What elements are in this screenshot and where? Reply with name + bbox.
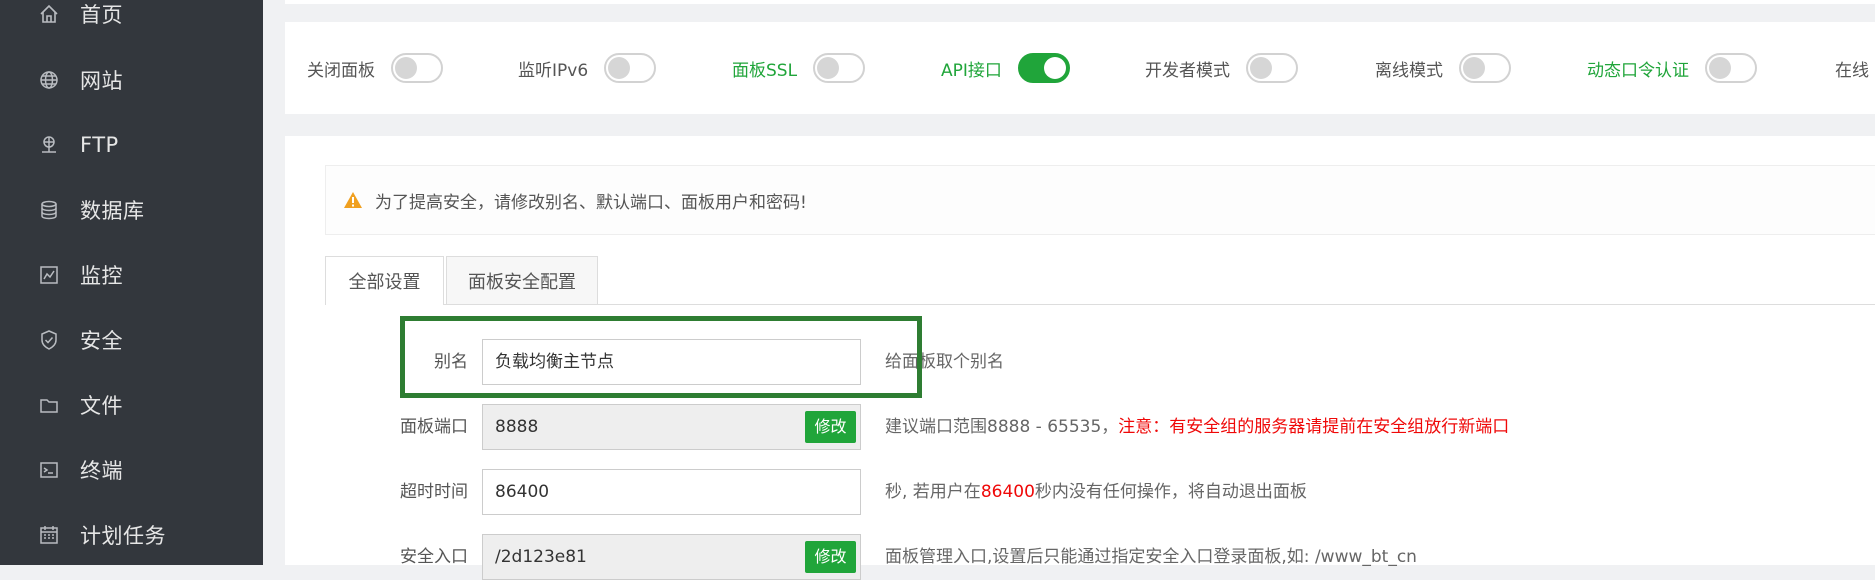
home-icon [38, 3, 60, 25]
terminal-icon [38, 459, 60, 481]
sidebar-item-monitor[interactable]: 监控 [0, 245, 263, 305]
sidebar-item-database[interactable]: 数据库 [0, 180, 263, 240]
toggle-label: API接口 [941, 60, 1002, 81]
toggle-ipv6: 监听IPv6 [518, 22, 657, 114]
tab-label: 全部设置 [348, 272, 421, 293]
toggle-panel-ssl: 面板SSL [732, 22, 866, 114]
developer-mode-switch[interactable] [1246, 53, 1298, 83]
toggle-label: 面板SSL [732, 60, 798, 81]
ipv6-switch[interactable] [604, 53, 657, 83]
switch-knob [608, 57, 631, 79]
port-input[interactable]: 8888 修改 [482, 404, 861, 450]
close-panel-switch[interactable] [391, 53, 443, 83]
toggle-offline-mode: 离线模式 [1375, 22, 1511, 114]
toggle-label: 监听IPv6 [518, 60, 589, 81]
sidebar-item-ftp[interactable]: FTP [0, 115, 263, 175]
ftp-icon [38, 134, 60, 156]
toggle-online: 在线 [1835, 22, 1869, 114]
sidebar-item-label: 网站 [80, 69, 123, 93]
toggle-label: 在线 [1835, 60, 1869, 81]
port-desc-text: 建议端口范围8888 - 65535， [885, 417, 1119, 437]
timeout-desc-prefix: 秒, 若用户在 [885, 482, 981, 502]
toggle-close-panel: 关闭面板 [307, 22, 443, 114]
panel-toggles-bar: 关闭面板 监听IPv6 面板SSL API接口 开发者模式 离线模式 动态口令认… [285, 22, 1875, 114]
toggle-label: 动态口令认证 [1587, 60, 1689, 81]
toggle-developer-mode: 开发者模式 [1145, 22, 1298, 114]
folder-icon [38, 394, 60, 416]
switch-knob [395, 57, 417, 79]
database-icon [38, 199, 60, 221]
timeout-label: 超时时间 [400, 482, 468, 502]
port-desc-warning: 注意：有安全组的服务器请提前在安全组放行新端口 [1118, 417, 1510, 437]
switch-knob [1463, 57, 1485, 79]
sidebar-item-label: 首页 [80, 3, 123, 27]
sidebar-item-cron[interactable]: 计划任务 [0, 505, 263, 565]
switch-knob [1709, 57, 1731, 79]
toggle-dynamic-otp: 动态口令认证 [1587, 22, 1757, 114]
sidebar-item-label: 监控 [80, 264, 123, 288]
toggle-label: 关闭面板 [307, 60, 375, 81]
panel-ssl-switch[interactable] [813, 53, 866, 83]
port-description: 建议端口范围8888 - 65535，注意：有安全组的服务器请提前在安全组放行新… [885, 404, 1509, 450]
sidebar-item-label: 终端 [80, 459, 123, 483]
security-entry-description: 面板管理入口,设置后只能通过指定安全入口登录面板,如: /www_bt_cn [885, 547, 1417, 567]
timeout-desc-value: 86400 [980, 482, 1035, 502]
sidebar-item-label: 文件 [80, 394, 123, 418]
sidebar-item-terminal[interactable]: 终端 [0, 440, 263, 500]
alert-text: 为了提高安全，请修改别名、默认端口、面板用户和密码! [375, 192, 807, 213]
main-content: 关闭面板 监听IPv6 面板SSL API接口 开发者模式 离线模式 动态口令认… [263, 0, 1875, 580]
security-alert: 为了提高安全，请修改别名、默认端口、面板用户和密码! [325, 165, 1875, 235]
monitor-icon [38, 264, 60, 286]
switch-knob [1043, 57, 1066, 79]
top-card-edge [285, 0, 1875, 4]
sidebar-item-home[interactable]: 首页 [0, 0, 263, 44]
security-entry-label: 安全入口 [400, 547, 468, 567]
sidebar-item-label: 计划任务 [80, 524, 166, 548]
sidebar-item-files[interactable]: 文件 [0, 375, 263, 435]
tab-all-settings[interactable]: 全部设置 [325, 256, 444, 305]
sidebar-item-website[interactable]: 网站 [0, 50, 263, 110]
settings-tabs: 全部设置 面板安全配置 [325, 256, 1875, 305]
security-entry-modify-button[interactable]: 修改 [805, 541, 856, 573]
sidebar-item-security[interactable]: 安全 [0, 310, 263, 370]
dynamic-otp-switch[interactable] [1705, 53, 1757, 83]
port-label: 面板端口 [400, 417, 468, 437]
tab-label: 面板安全配置 [468, 271, 576, 293]
switch-knob [817, 57, 840, 79]
security-entry-value: /2d123e81 [495, 547, 587, 567]
highlight-box [400, 316, 922, 398]
toggle-api: API接口 [941, 22, 1070, 114]
globe-icon [38, 69, 60, 91]
api-switch[interactable] [1017, 53, 1070, 83]
shield-icon [38, 329, 60, 351]
port-modify-button[interactable]: 修改 [805, 411, 856, 443]
sidebar-item-label: 数据库 [80, 199, 145, 223]
tab-panel-security[interactable]: 面板安全配置 [446, 256, 598, 304]
security-entry-input[interactable]: /2d123e81 修改 [482, 534, 861, 580]
switch-knob [1250, 57, 1272, 79]
toggle-label: 离线模式 [1375, 60, 1443, 81]
timeout-input[interactable]: 86400 [482, 469, 861, 515]
timeout-desc-suffix: 秒内没有任何操作，将自动退出面板 [1034, 482, 1307, 502]
timeout-description: 秒, 若用户在86400秒内没有任何操作，将自动退出面板 [885, 469, 1307, 515]
sidebar: 首页 网站 FTP 数据库 监控 安全 文件 终端 计划任务 [0, 0, 263, 565]
sidebar-item-label: FTP [80, 133, 119, 157]
sidebar-item-label: 安全 [80, 329, 123, 353]
toggle-label: 开发者模式 [1145, 60, 1230, 81]
port-value: 8888 [495, 417, 539, 437]
calendar-icon [38, 524, 60, 546]
warning-icon [343, 191, 363, 209]
offline-mode-switch[interactable] [1459, 53, 1511, 83]
